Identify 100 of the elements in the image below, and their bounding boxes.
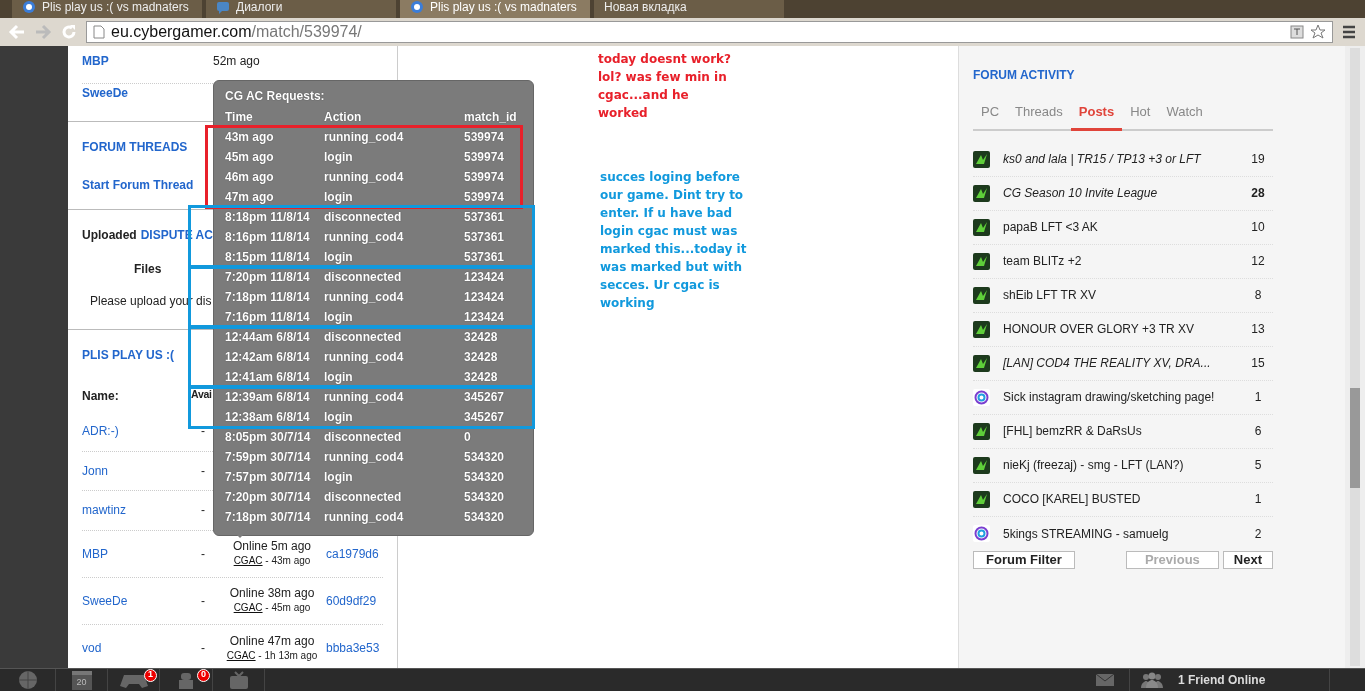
availability-text: - [201,640,206,657]
thread-link[interactable]: ks0 and lala | TR15 / TP13 +3 or LFT [990,150,1243,168]
thread-link[interactable]: Sick instagram drawing/sketching page! [990,388,1243,406]
menu-icon[interactable] [1341,24,1357,40]
online-status: Online 5m ago [232,539,311,553]
annotation-note: today doesnt work? lol? was few min in cgac...and he worked [598,51,733,122]
player-link[interactable]: Jonn [82,461,201,480]
table-cell-text: 534320 [464,489,506,506]
browser-tab[interactable]: Plis play us :( vs madnaters [12,0,202,18]
table-cell-text: 539974 [464,149,506,166]
table-cell-text: 534320 [464,509,506,526]
globe-icon[interactable] [17,670,38,690]
table-cell-text: 539974 [464,169,506,186]
url-text: eu.cybergamer.com/match/539974/ [111,22,362,42]
player-link[interactable]: SweeDe [82,591,201,610]
cgac-link[interactable]: CGAC [233,602,263,613]
swirl-logo-icon [973,525,990,542]
thread-link[interactable]: HONOUR OVER GLORY +3 TR XV [990,320,1243,338]
table-cell-text: running_cod4 [324,349,405,366]
forum-tab[interactable]: Hot [1122,98,1159,131]
table-cell-text: 537361 [464,249,506,266]
reply-count: 2 [1253,525,1263,543]
guid-link[interactable]: bbba3e53 [326,639,380,657]
translate-icon[interactable] [1290,25,1304,39]
table-cell-text: 12:39am 6/8/14 [225,389,311,406]
forum-tab[interactable]: Threads [1007,98,1071,131]
notification-badge: 1 [144,668,157,682]
guid-link[interactable]: ca1979d6 [326,544,379,563]
table-cell-text: 345267 [464,409,506,426]
forward-arrow-icon[interactable] [34,23,52,41]
table-cell-text: running_cod4 [324,289,405,306]
scroll-thumb[interactable] [1350,388,1360,488]
browser-tab[interactable]: Диалоги [206,0,396,18]
cgac-link[interactable]: CGAC [233,555,263,566]
section-heading: FORUM ACTIVITY [973,67,1076,84]
pager-button[interactable]: Next [1222,550,1273,569]
table-cell-text: 7:18pm 11/8/14 [225,289,311,306]
column-header: match_id [464,109,518,126]
cgac-link[interactable]: CGAC [226,649,256,661]
page-icon [93,25,105,39]
thread-link[interactable]: [LAN] COD4 THE REALITY XV, DRA... [990,354,1243,372]
player-link[interactable]: MBP [82,52,213,83]
table-cell-text: 7:20pm 11/8/14 [225,269,311,286]
reply-count: 1 [1253,389,1263,406]
thread-link[interactable]: papaB LFT <3 AK [990,218,1243,236]
availability-text: - [201,502,206,520]
robot-icon[interactable] [177,671,195,689]
tv-icon[interactable] [228,670,249,690]
thread-link[interactable]: shEib LFT TR XV [990,286,1243,304]
address-field[interactable]: eu.cybergamer.com/match/539974/ [86,21,1333,43]
game-logo-icon [973,354,990,372]
player-link[interactable]: vod [82,639,201,657]
availability-text: - [201,592,206,610]
envelope-icon[interactable] [1094,672,1115,688]
star-icon[interactable] [1310,24,1326,40]
column-header: Avai [191,387,213,402]
uploaded-label: Uploaded [82,227,137,244]
table-cell-text: 0 [464,429,472,446]
player-link[interactable]: mawtinz [82,501,201,520]
thread-link[interactable]: team BLITz +2 [990,252,1243,270]
forum-tab[interactable]: Watch [1158,98,1211,131]
reply-count: 8 [1253,287,1263,304]
table-cell-text: 7:57pm 30/7/14 [225,469,312,486]
column-header: Time [225,109,254,126]
thread-link[interactable]: [FHL] bemzRR & DaRsUs [990,422,1243,440]
reply-count: 13 [1250,321,1266,338]
player-link[interactable]: ADR:-) [82,422,201,441]
availability-text: - [201,545,206,563]
table-cell-text: running_cod4 [324,389,405,406]
thread-link[interactable]: COCO [KAREL] BUSTED [990,490,1243,508]
forum-tab[interactable]: PC [973,98,1008,131]
thread-link[interactable]: 5kings STREAMING - samuelg [990,524,1243,543]
guid-link[interactable]: 60d9df29 [326,591,377,610]
thread-link[interactable]: nieKj (freezaj) - smg - LFT (LAN?) [990,456,1243,474]
files-heading: Files [134,261,162,278]
table-cell-text: login [324,369,354,386]
game-logo-icon [973,320,990,338]
thread-link[interactable]: CG Season 10 Invite League [990,184,1243,202]
reply-count: 19 [1250,151,1266,168]
reload-icon[interactable] [60,23,78,41]
game-logo-icon [973,286,990,304]
calendar-icon[interactable]: 20 [71,670,92,690]
forum-tab[interactable]: Posts [1070,98,1123,131]
online-status: Online 47m ago [229,633,315,648]
player-link[interactable]: MBP [82,544,201,563]
back-arrow-icon[interactable] [8,23,26,41]
cgac-time: - 1h 13m ago [257,649,318,661]
browser-tab[interactable]: Plis play us :( vs madnaters [400,0,590,18]
table-cell-text: 539974 [464,189,506,206]
player-link[interactable]: SweeDe [82,84,213,116]
gamepad-icon[interactable] [119,672,148,688]
table-cell-text: 46m ago [225,169,275,186]
site-logo-icon [22,0,36,14]
friends-online-text[interactable]: 1 Friend Online [1178,671,1266,689]
table-cell-text: 7:16pm 11/8/14 [225,309,311,326]
table-cell-text: 45m ago [225,149,275,166]
people-icon[interactable] [1140,672,1164,688]
game-logo-icon [973,252,990,270]
browser-tab[interactable]: Новая вкладка [594,0,784,18]
filter-button[interactable]: Forum Filter [973,550,1075,569]
